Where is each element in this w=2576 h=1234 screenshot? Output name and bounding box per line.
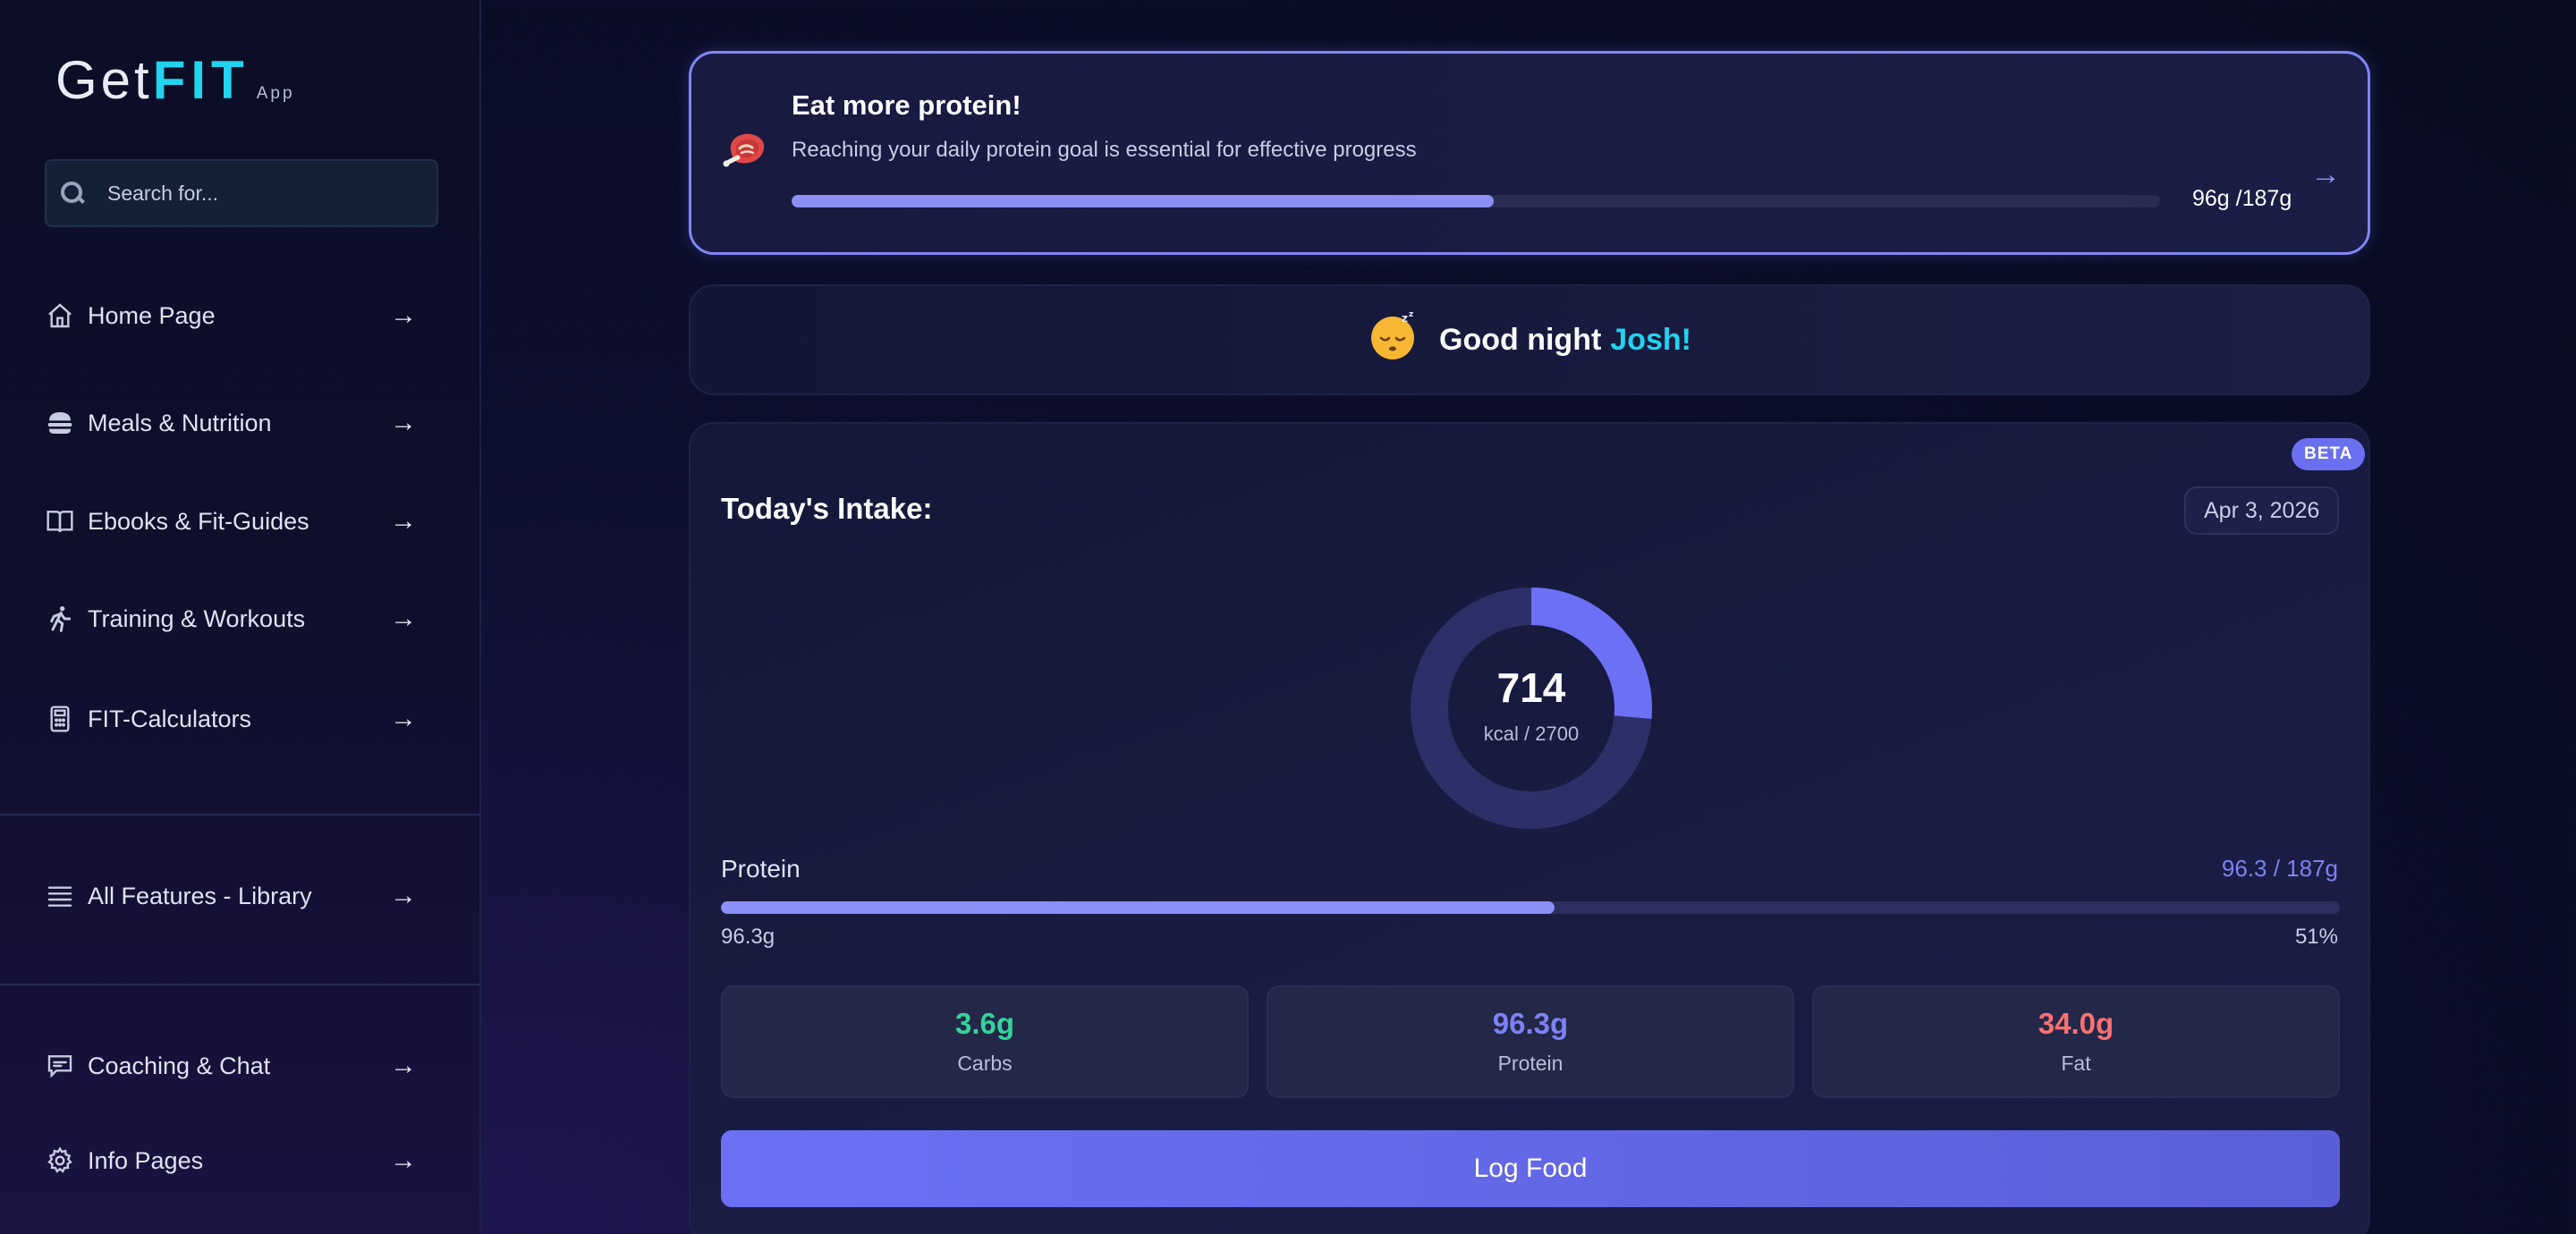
gear-icon — [45, 1145, 75, 1176]
arrow-right-icon: → — [390, 300, 417, 330]
arrow-right-icon: → — [390, 881, 417, 910]
search-box[interactable] — [45, 159, 438, 227]
home-icon — [45, 300, 75, 331]
arrow-right-icon: → — [390, 1145, 417, 1175]
sidebar-item-calculators[interactable]: FIT-Calculators → — [45, 692, 438, 746]
date-selector[interactable]: Apr 3, 2026 — [2184, 486, 2340, 535]
sidebar-divider — [0, 814, 481, 816]
sidebar-item-label: Coaching & Chat — [88, 1052, 271, 1079]
calorie-value: 714 — [1496, 664, 1566, 711]
sidebar-item-label: Ebooks & Fit-Guides — [88, 507, 309, 535]
sleeping-face-icon: z z — [1368, 309, 1419, 361]
protein-progress-fill — [792, 195, 1494, 207]
greeting-card: z z Good night Josh! — [689, 284, 2370, 395]
banner-title: Eat more protein! — [792, 89, 1021, 121]
sidebar-item-coaching[interactable]: Coaching & Chat → — [45, 1039, 438, 1093]
stat-protein: 96.3g Protein — [1267, 985, 1794, 1098]
logo-get-text: Get — [55, 50, 153, 110]
burger-icon — [45, 408, 75, 438]
log-food-button[interactable]: Log Food — [721, 1130, 2340, 1207]
search-input[interactable] — [107, 181, 429, 206]
stat-value: 3.6g — [954, 1007, 1015, 1040]
running-person-icon — [45, 604, 75, 634]
stat-label: Protein — [1497, 1052, 1563, 1075]
arrow-right-icon[interactable]: → — [2310, 159, 2341, 190]
protein-tip-banner[interactable]: Eat more protein! Reaching your daily pr… — [689, 51, 2370, 255]
stat-value: 96.3g — [1492, 1007, 1569, 1040]
brand-logo[interactable]: Get FIT App — [55, 45, 295, 107]
search-icon — [59, 180, 86, 207]
macro-progress-fill — [721, 901, 1555, 914]
beta-badge: BETA — [2292, 438, 2366, 470]
sidebar: Get FIT App Home Page → Meals & Nutritio… — [0, 0, 481, 1234]
macro-label: Protein — [721, 855, 801, 883]
stat-carbs: 3.6g Carbs — [721, 985, 1249, 1098]
sidebar-item-info[interactable]: Info Pages → — [45, 1134, 438, 1188]
sidebar-item-training[interactable]: Training & Workouts → — [45, 592, 438, 646]
sidebar-item-label: Meals & Nutrition — [88, 409, 272, 436]
todays-intake-card: BETA Today's Intake: Apr 3, 2026 714 kca… — [689, 422, 2370, 1234]
protein-progress-text: 96g /187g — [2192, 186, 2292, 211]
stat-fat: 34.0g Fat — [1812, 985, 2340, 1098]
macro-value: 96.3 / 187g — [2221, 855, 2338, 882]
greeting-text: Good night — [1439, 322, 1602, 357]
svg-text:z: z — [1409, 310, 1413, 319]
sidebar-item-label: Info Pages — [88, 1146, 204, 1174]
protein-progress-bar — [792, 195, 2160, 207]
calorie-goal-text: kcal / 2700 — [1483, 723, 1580, 745]
arrow-right-icon: → — [390, 506, 417, 536]
sidebar-item-library[interactable]: All Features - Library → — [45, 869, 438, 923]
list-icon — [45, 881, 75, 911]
macro-grams: 96.3g — [721, 925, 775, 949]
banner-subtitle: Reaching your daily protein goal is esse… — [792, 138, 1417, 162]
calculator-icon — [45, 704, 75, 734]
sidebar-item-label: Training & Workouts — [88, 604, 306, 632]
arrow-right-icon: → — [390, 408, 417, 437]
sidebar-item-ebooks[interactable]: Ebooks & Fit-Guides → — [45, 494, 438, 548]
macro-percent: 51% — [2294, 925, 2338, 949]
stat-label: Carbs — [957, 1052, 1013, 1075]
chat-bubble-icon — [45, 1051, 75, 1081]
macro-progress-bar — [721, 901, 2340, 914]
sidebar-item-home[interactable]: Home Page → — [45, 289, 438, 342]
logo-fit-text: FIT — [152, 50, 250, 110]
intake-title: Today's Intake: — [721, 492, 933, 525]
sidebar-item-meals[interactable]: Meals & Nutrition → — [45, 396, 438, 450]
sidebar-divider — [0, 984, 481, 985]
sidebar-item-label: All Features - Library — [88, 882, 312, 909]
sidebar-item-label: Home Page — [88, 301, 216, 329]
svg-text:z: z — [1402, 312, 1408, 325]
stat-value: 34.0g — [2038, 1007, 2114, 1040]
logo-app-text: App — [256, 84, 295, 103]
arrow-right-icon: → — [390, 604, 417, 633]
open-book-icon — [45, 506, 75, 537]
sidebar-item-label: FIT-Calculators — [88, 705, 252, 732]
arrow-right-icon: → — [390, 704, 417, 733]
greeting-name: Josh! — [1610, 322, 1691, 357]
stat-label: Fat — [2061, 1052, 2091, 1075]
arrow-right-icon: → — [390, 1051, 417, 1080]
steak-icon — [722, 123, 772, 173]
